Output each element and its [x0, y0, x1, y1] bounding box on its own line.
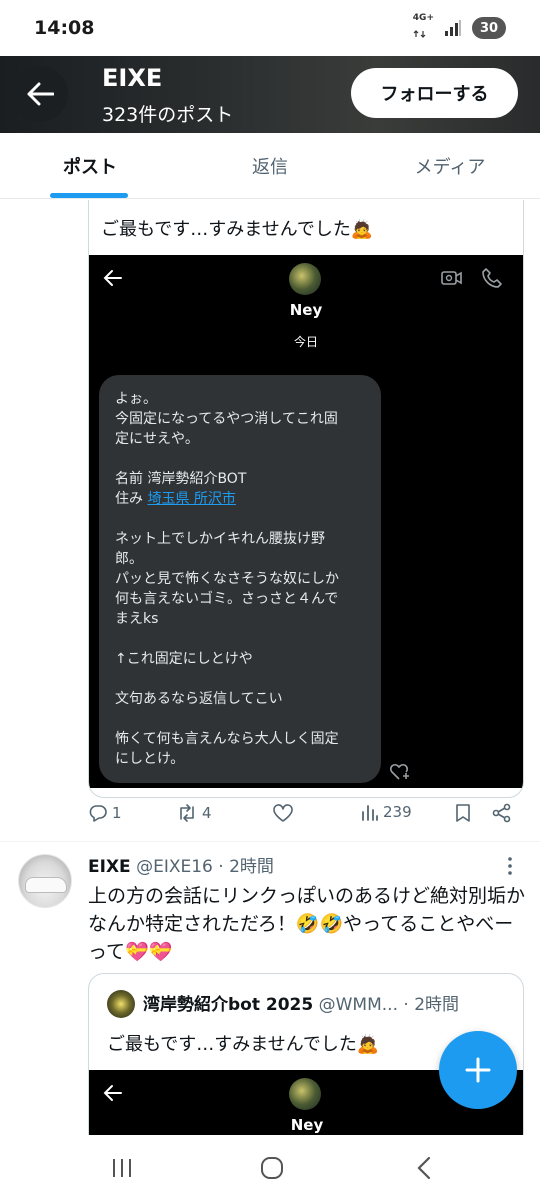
quoted-avatar — [107, 990, 135, 1018]
dm-line: 定にせえや。 — [115, 431, 199, 447]
car-avatar-image — [25, 877, 67, 893]
home-icon — [261, 1157, 283, 1179]
share-icon — [492, 803, 511, 823]
dm-date-label: 今日 — [293, 335, 318, 349]
dm-line: 何も言えないゴミ。さっさと４んで — [115, 591, 339, 607]
system-nav-bar — [0, 1135, 540, 1200]
dm-line: 今固定になってるやつ消してこれ固 — [115, 411, 338, 427]
dm-line: ネット上でしかイキれん腰抜け野 — [115, 531, 325, 547]
like-button[interactable] — [272, 803, 298, 823]
reply-count: 1 — [112, 804, 122, 822]
dm-screenshot-image[interactable]: Ney 今日 よぉ。 今固定になってるやつ消してこれ固 定にせえや。 名前 湾岸… — [89, 255, 523, 788]
plus-icon — [465, 1057, 491, 1083]
status-bar: 14:08 4G+ 30 — [0, 0, 540, 56]
post-text: 上の方の会話にリンクっぽいのあるけど絶対別垢かなんか特定されただろ！🤣🤣やってる… — [88, 885, 526, 963]
tab-media[interactable]: メディア — [360, 133, 540, 198]
network-label: 4G+ — [412, 13, 434, 23]
like-icon — [273, 804, 293, 822]
phone-icon — [482, 268, 502, 288]
back-arrow-icon — [103, 1085, 122, 1101]
dm-contact-name: Ney — [289, 301, 323, 319]
status-time: 14:08 — [34, 17, 95, 39]
battery-indicator: 30 — [472, 17, 506, 39]
back-arrow-icon — [103, 270, 122, 286]
active-tab-indicator — [50, 193, 128, 198]
dm-line-value: 湾岸勢紹介BOT — [147, 471, 247, 487]
back-chevron-icon — [417, 1156, 431, 1180]
timeline[interactable]: ご最もです…すみませんでした🙇 Ney 今日 よぉ。 今固定になってるやつ消して… — [0, 200, 540, 1135]
post-actions: 1 4 239 — [88, 803, 524, 827]
post-count: 323件のポスト — [102, 104, 234, 126]
dm-location-link[interactable]: 埼玉県 所沢市 — [147, 491, 235, 507]
network-indicator: 4G+ — [413, 14, 434, 42]
dm-line: 名前 湾岸勢紹介BOT — [115, 469, 365, 489]
recent-apps-button[interactable] — [102, 1153, 142, 1183]
dm-line: まえks — [115, 611, 159, 627]
dm-line: 怖くて何も言えんなら大人しく固定 — [115, 731, 339, 747]
repost-button[interactable]: 4 — [176, 803, 212, 823]
compose-post-button[interactable] — [439, 1031, 517, 1109]
quoted-post[interactable]: ご最もです…すみませんでした🙇 Ney 今日 よぉ。 今固定になってるやつ消して… — [88, 200, 524, 798]
tab-label: メディア — [414, 156, 486, 178]
profile-name: EIXE — [102, 64, 163, 92]
profile-tabs: ポスト 返信 メディア — [0, 133, 540, 199]
home-button[interactable] — [252, 1153, 292, 1183]
post-time: · 2時間 — [218, 857, 274, 877]
share-button[interactable] — [492, 803, 512, 823]
status-icons: 4G+ 30 — [413, 14, 506, 42]
repost-count: 4 — [202, 804, 212, 822]
reply-icon — [89, 805, 107, 822]
bookmark-icon — [456, 804, 470, 822]
dm-line: パッと見で怖くなさそうな奴にしか — [115, 571, 339, 587]
quoted-post-text: ご最もです…すみませんでした🙇 — [101, 219, 374, 240]
dm-contact-name: Ney — [290, 1116, 324, 1134]
data-arrows-icon — [413, 30, 426, 38]
signal-icon — [445, 20, 461, 36]
profile-header: EIXE 323件のポスト フォローする — [0, 56, 540, 133]
back-button[interactable] — [404, 1153, 444, 1183]
views-icon — [362, 805, 378, 821]
quoted-post-text: ご最もです…すみませんでした🙇 — [107, 1034, 380, 1055]
author-handle[interactable]: @EIXE16 — [136, 857, 213, 877]
tab-label: 返信 — [252, 156, 288, 178]
dm-line-prefix: 名前 — [115, 471, 148, 487]
recent-apps-icon — [113, 1159, 131, 1177]
dm-avatar — [289, 1078, 321, 1110]
add-reaction-icon — [389, 763, 409, 780]
tab-replies[interactable]: 返信 — [180, 133, 360, 198]
dm-line: にしとけ。 — [115, 751, 185, 767]
dm-line: 文句あるなら返信してこい — [115, 691, 283, 707]
back-arrow-icon — [27, 82, 54, 106]
views-button[interactable]: 239 — [361, 803, 412, 821]
tab-label: ポスト — [63, 156, 117, 178]
quoted-author-handle: @WMM... — [318, 995, 398, 1015]
follow-button[interactable]: フォローする — [351, 68, 518, 118]
dm-line-prefix: 住み — [115, 491, 148, 507]
avatar[interactable] — [18, 854, 72, 908]
post-header: EIXE @EIXE16 · 2時間 — [88, 852, 274, 877]
quoted-post-header: 湾岸勢紹介bot 2025 @WMM... · 2時間 — [143, 990, 459, 1015]
dm-line: ↑これ固定にしとけや — [115, 651, 253, 667]
tab-posts[interactable]: ポスト — [0, 133, 180, 198]
back-button[interactable] — [12, 66, 68, 122]
bookmark-button[interactable] — [454, 803, 472, 823]
dm-avatar — [289, 263, 321, 295]
video-call-icon — [441, 271, 462, 285]
quoted-author-name: 湾岸勢紹介bot 2025 — [143, 995, 314, 1015]
quoted-post-time: · 2時間 — [403, 995, 460, 1015]
post-divider — [0, 841, 540, 842]
dm-line: 郎。 — [115, 551, 143, 567]
more-icon[interactable] — [506, 856, 514, 876]
author-name[interactable]: EIXE — [88, 857, 131, 877]
dm-message-bubble: よぉ。 今固定になってるやつ消してこれ固 定にせえや。 名前 湾岸勢紹介BOT … — [99, 375, 381, 783]
dm-line: 住み 埼玉県 所沢市 — [115, 489, 365, 509]
repost-icon — [180, 804, 194, 822]
view-count: 239 — [383, 803, 412, 821]
reply-button[interactable]: 1 — [88, 803, 122, 823]
dm-line: よぉ。 — [115, 391, 157, 407]
